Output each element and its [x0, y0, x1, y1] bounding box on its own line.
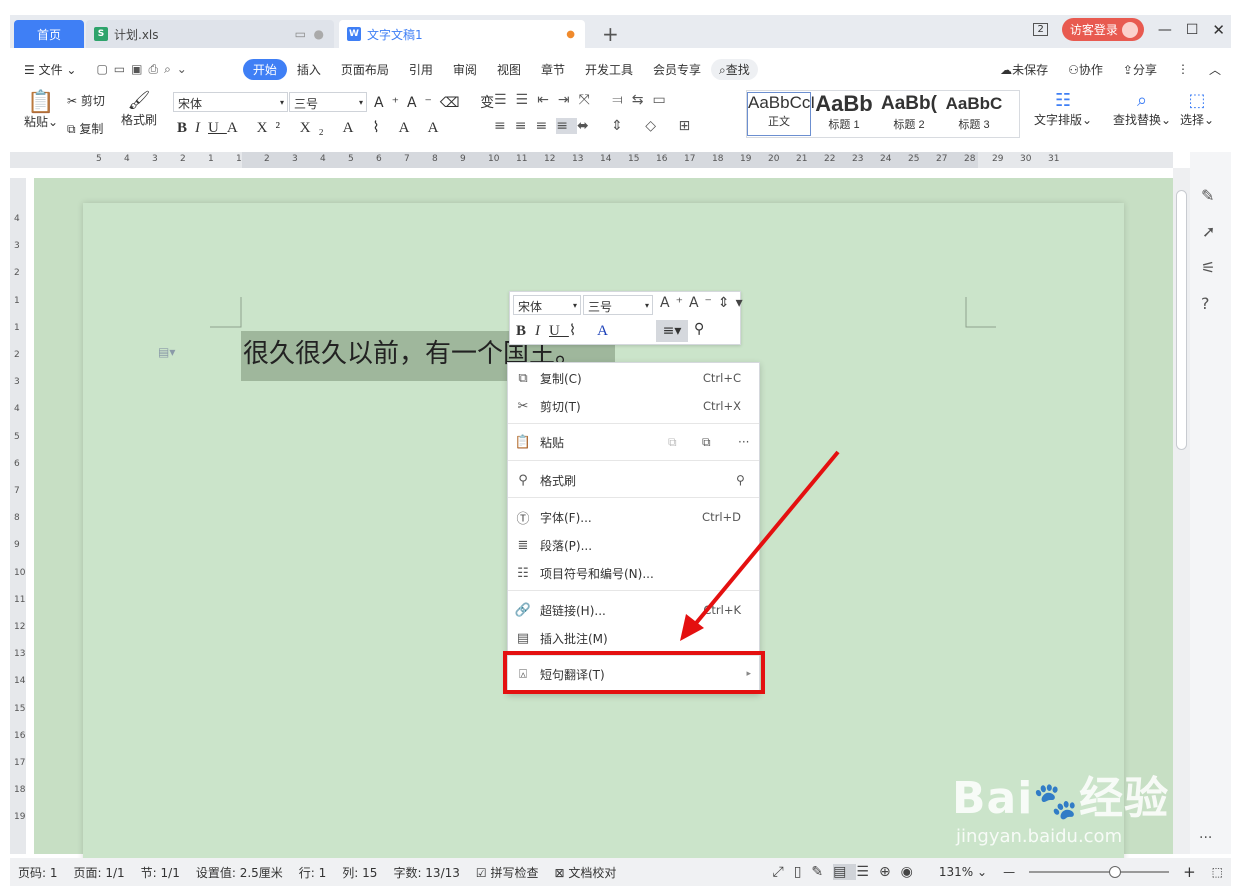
cursor-icon[interactable]: ➚	[1202, 222, 1215, 241]
pen-icon[interactable]: ✎	[1201, 186, 1214, 205]
ctx-cut[interactable]: ✂ 剪切(T) Ctrl+X	[508, 393, 759, 419]
watermark-brand: Bai	[952, 773, 1034, 824]
proofread-label: 文档校对	[568, 865, 617, 880]
ctx-cut-shortcut: Ctrl+X	[703, 399, 741, 413]
more-icon[interactable]: ···	[1199, 830, 1212, 846]
zoom-in-icon[interactable]: +	[1175, 863, 1204, 881]
ctx-separator	[508, 590, 759, 591]
right-sidebar: ✎ ➚ ⚟ ? ···	[1190, 152, 1231, 854]
ctx-comment[interactable]: ▤ 插入批注(M)	[508, 625, 759, 651]
paste-text-only-icon[interactable]: ⧉	[702, 435, 711, 450]
zoom-select[interactable]: 131% ⌄	[931, 865, 995, 879]
ctx-paste[interactable]: 📋 粘贴 ⧉ ⧉ ···	[508, 429, 759, 455]
context-menu: ⧉ 复制(C) Ctrl+C ✂ 剪切(T) Ctrl+X 📋 粘贴 ⧉ ⧉ ··· ⚲ 格…	[507, 362, 760, 694]
scroll-thumb[interactable]	[1176, 190, 1187, 450]
status-setting[interactable]: 设置值: 2.5厘米	[188, 864, 291, 881]
proof-icon: ⊠	[554, 865, 565, 880]
highlight-box	[503, 651, 765, 694]
ctx-font[interactable]: Ⓣ 字体(F)... Ctrl+D	[508, 504, 759, 530]
status-page-no[interactable]: 页码: 1	[10, 864, 66, 881]
status-col[interactable]: 列: 15	[334, 864, 385, 881]
link-icon: 🔗	[514, 602, 532, 618]
ctx-hyperlink-shortcut: Ctrl+K	[703, 603, 741, 617]
ctx-paragraph[interactable]: ≣ 段落(P)...	[508, 532, 759, 558]
vertical-scrollbar[interactable]	[1173, 168, 1190, 854]
ctx-paste-label: 粘贴	[540, 435, 565, 450]
ctx-bullets-label: 项目符号和编号(N)...	[540, 566, 654, 581]
copy-icon: ⧉	[518, 370, 528, 386]
zoom-out-icon[interactable]: —	[995, 865, 1023, 879]
zoom-slider-thumb[interactable]	[1109, 866, 1122, 878]
paste-icon: 📋	[514, 434, 532, 450]
ctx-hyperlink-label: 超链接(H)...	[540, 603, 606, 618]
mini-font-value: 宋体	[518, 300, 543, 314]
spell-check-label: 拼写检查	[490, 865, 539, 880]
ctx-copy-shortcut: Ctrl+C	[702, 371, 741, 385]
mini-style-tools[interactable]: BIU⌇ A	[516, 321, 617, 340]
status-row[interactable]: 行: 1	[291, 864, 335, 881]
spell-check-button[interactable]: ☑ 拼写检查	[468, 864, 547, 881]
ctx-separator	[508, 423, 759, 424]
zoom-value: 131%	[938, 865, 974, 879]
mini-size-tools[interactable]: A⁺A⁻⇕▾	[660, 295, 749, 311]
mini-font-select[interactable]: 宋体 ▾	[513, 295, 581, 315]
paste-keep-format-icon[interactable]: ⧉	[668, 435, 677, 450]
ctx-cut-label: 剪切(T)	[540, 399, 581, 414]
mini-size-value: 三号	[588, 300, 613, 314]
font-icon: Ⓣ	[516, 511, 530, 527]
fit-window-icon[interactable]: ⬚	[1204, 865, 1231, 879]
mini-align-button[interactable]: ≡▾	[656, 320, 688, 342]
ctx-font-shortcut: Ctrl+D	[702, 510, 741, 524]
ctx-font-label: 字体(F)...	[540, 510, 592, 525]
paragraph-handle-icon[interactable]: ▤▾	[158, 345, 175, 359]
ctx-copy[interactable]: ⧉ 复制(C) Ctrl+C	[508, 365, 759, 391]
brush-icon: ⚲	[518, 472, 528, 488]
ctx-bullets[interactable]: ☷ 项目符号和编号(N)...	[508, 560, 759, 586]
settings-sliders-icon[interactable]: ⚟	[1201, 258, 1215, 277]
ctx-comment-label: 插入批注(M)	[540, 631, 608, 646]
baidu-watermark: Bai🐾经验 jingyan.baidu.com	[952, 762, 1169, 847]
check-icon: ☑	[475, 865, 487, 880]
ctx-separator	[508, 460, 759, 461]
ctx-format-painter[interactable]: ⚲ 格式刷 ⚲	[508, 467, 759, 493]
status-section[interactable]: 节: 1/1	[133, 864, 188, 881]
scissors-icon: ✂	[517, 398, 529, 414]
watermark-url: jingyan.baidu.com	[956, 826, 1123, 847]
mini-brush-icon[interactable]: ⚲	[694, 321, 704, 337]
list-icon: ☷	[517, 565, 529, 581]
ctx-hyperlink[interactable]: 🔗 超链接(H)... Ctrl+K	[508, 597, 759, 623]
mini-size-select[interactable]: 三号 ▾	[583, 295, 653, 315]
mini-toolbar: 宋体 ▾ 三号 ▾ A⁺A⁻⇕▾ BIU⌇ A ≡▾ ⚲	[509, 291, 743, 345]
ctx-paragraph-label: 段落(P)...	[540, 538, 593, 553]
help-icon[interactable]: ?	[1201, 294, 1210, 313]
view-mode-icons[interactable]: ⤢▯✎▤☰⊕◉	[765, 864, 931, 880]
comment-icon: ▤	[516, 630, 530, 646]
ctx-format-painter-label: 格式刷	[540, 473, 577, 488]
proofread-button[interactable]: ⊠ 文档校对	[547, 864, 625, 881]
status-pages[interactable]: 页面: 1/1	[66, 864, 133, 881]
paste-more-icon[interactable]: ···	[738, 435, 749, 449]
status-words[interactable]: 字数: 13/13	[385, 864, 467, 881]
format-painter-side-icon[interactable]: ⚲	[736, 473, 745, 487]
ctx-copy-label: 复制(C)	[540, 371, 582, 386]
ctx-separator	[508, 497, 759, 498]
zoom-slider[interactable]	[1029, 866, 1170, 878]
paw-icon: 🐾	[1033, 781, 1080, 822]
watermark-brand2: 经验	[1079, 773, 1170, 824]
status-bar: 页码: 1 页面: 1/1 节: 1/1 设置值: 2.5厘米 行: 1 列: …	[10, 858, 1231, 886]
paragraph-icon: ≣	[517, 537, 529, 553]
